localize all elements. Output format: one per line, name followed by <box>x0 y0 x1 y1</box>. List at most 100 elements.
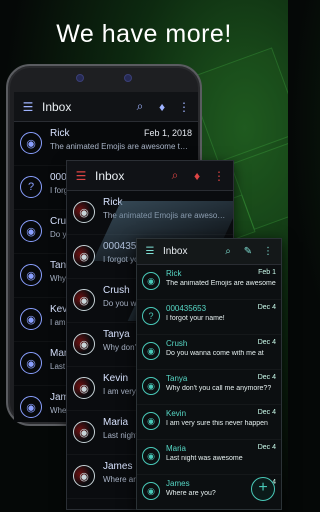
contact-avatar-icon: ◉ <box>73 333 95 355</box>
contact-avatar-icon: ◉ <box>20 352 42 374</box>
compose-fab[interactable]: + <box>251 477 275 501</box>
list-item[interactable]: ◉ Tanya Dec 4 Why don't you call me anymore… <box>137 370 281 405</box>
message-preview-text: The animated Emojis are awesome too!.. <box>50 142 192 151</box>
message-preview-text: I forgot your name! <box>166 315 225 322</box>
message-date: Feb 1 <box>258 269 276 276</box>
app-bar: ☰ Inbox ⌕ ✎ ⋮ <box>137 239 281 265</box>
more-vert-icon[interactable]: ⋮ <box>176 99 192 115</box>
message-preview: Do you wanna come with me at <box>166 350 276 357</box>
message-preview: The animated Emojis are awesome <box>166 280 276 287</box>
bg-tile <box>187 47 288 163</box>
contact-name: Kevin Dec 4 <box>166 409 276 418</box>
contact-name-text: Tanya <box>103 329 130 340</box>
contact-name-text: James <box>103 461 133 472</box>
search-icon[interactable]: ⌕ <box>132 99 148 115</box>
contact-avatar-icon: ◉ <box>20 308 42 330</box>
theme-icon[interactable]: ✎ <box>241 245 255 259</box>
message-date: Dec 4 <box>257 374 276 381</box>
contact-name: 000435653 Dec 4 <box>166 304 276 313</box>
inbox-screen-3: ☰ Inbox ⌕ ✎ ⋮ ◉ Rick Feb 1 The animated Emo… <box>136 238 282 510</box>
contact-name-text: Maria <box>166 444 187 453</box>
message-meta: Maria Dec 4 Last night was awesome <box>166 444 276 470</box>
contact-avatar-icon: ◉ <box>73 377 95 399</box>
sensor-icon <box>124 74 132 82</box>
message-date: Dec 4 <box>257 409 276 416</box>
list-item[interactable]: ◉ Kevin Dec 4 I am very sure this never hap… <box>137 405 281 440</box>
more-vert-icon[interactable]: ⋮ <box>211 168 227 184</box>
menu-icon[interactable]: ☰ <box>73 168 89 184</box>
message-meta: Crush Dec 4 Do you wanna come with me at <box>166 339 276 365</box>
camera-icon <box>76 74 84 82</box>
contact-avatar-icon: ◉ <box>73 421 95 443</box>
contact-avatar-icon: ◉ <box>142 447 160 465</box>
message-meta: Rick Feb 1 The animated Emojis are awesome <box>166 269 276 295</box>
list-item[interactable]: ◉ Maria Dec 4 Last night was awesome <box>137 440 281 475</box>
contact-avatar-icon: ◉ <box>73 465 95 487</box>
page-title: Inbox <box>42 99 72 114</box>
message-preview: I forgot your name! <box>166 315 276 322</box>
message-date: Feb 1, 2018 <box>143 128 192 138</box>
more-vert-icon[interactable]: ⋮ <box>261 245 275 259</box>
menu-icon[interactable]: ☰ <box>20 99 36 115</box>
page-title: Inbox <box>163 246 188 257</box>
contact-name: Crush Dec 4 <box>166 339 276 348</box>
message-preview: Why don't you call me anymore?? <box>166 385 276 392</box>
contact-name: Tanya Dec 4 <box>166 374 276 383</box>
message-preview: I am very sure this never happen <box>166 420 276 427</box>
message-preview-text: The animated Emojis are awesome <box>166 280 276 287</box>
message-date: Dec 4 <box>257 339 276 346</box>
contact-name: Rick Feb 1, 2018 <box>50 128 192 139</box>
contact-avatar-icon: ◉ <box>20 220 42 242</box>
list-item[interactable]: ◉ Rick Feb 1 The animated Emojis are awesom… <box>137 265 281 300</box>
contact-avatar-icon: ◉ <box>73 201 95 223</box>
search-icon[interactable]: ⌕ <box>221 245 235 259</box>
contact-avatar-icon: ◉ <box>73 245 95 267</box>
message-preview-text: I am very sure this never happen <box>166 420 268 427</box>
message-preview-text: Last night was awesome <box>166 455 243 462</box>
message-preview-text: Where are you? <box>166 490 216 497</box>
contact-name: Rick Feb 1 <box>166 269 276 278</box>
contact-avatar-icon: ◉ <box>142 342 160 360</box>
search-icon[interactable]: ⌕ <box>167 168 183 184</box>
message-date: Dec 4 <box>257 444 276 451</box>
list-item[interactable]: ? 000435653 Dec 4 I forgot your name! <box>137 300 281 335</box>
contact-name-text: Maria <box>103 417 129 428</box>
menu-icon[interactable]: ☰ <box>143 245 157 259</box>
contact-avatar-icon: ◉ <box>20 264 42 286</box>
theme-icon[interactable]: ♦ <box>189 168 205 184</box>
contact-avatar-icon: ◉ <box>142 482 160 500</box>
theme-icon[interactable]: ♦ <box>154 99 170 115</box>
contact-name-text: Crush <box>103 285 130 296</box>
contact-name-text: Crush <box>166 339 188 348</box>
message-preview-text: Why don't you call me anymore?? <box>166 385 272 392</box>
contact-name-text: Rick <box>166 269 182 278</box>
contact-name-text: James <box>166 479 190 488</box>
app-bar: ☰ Inbox ⌕ ♦ ⋮ <box>67 161 233 191</box>
unknown-contact-icon: ? <box>20 176 42 198</box>
message-preview: Last night was awesome <box>166 455 276 462</box>
message-preview: The animated Emojis are awesome too!..✓ <box>50 142 192 151</box>
list-item[interactable]: ◉ Crush Dec 4 Do you wanna come with me at <box>137 335 281 370</box>
headline: We have more! <box>56 20 232 48</box>
contact-avatar-icon: ◉ <box>20 396 42 418</box>
page-title: Inbox <box>95 168 125 183</box>
phone-notch <box>76 74 132 82</box>
contact-name-text: Rick <box>50 128 70 139</box>
contact-name-text: Kevin <box>103 373 129 384</box>
message-meta: 000435653 Dec 4 I forgot your name! <box>166 304 276 330</box>
contact-name-text: Tanya <box>166 374 188 383</box>
message-meta: Rick Feb 1, 2018 The animated Emojis are a… <box>50 128 192 159</box>
contact-name-text: 000435653 <box>166 304 207 313</box>
message-preview-text: Do you wanna come with me at <box>166 350 264 357</box>
contact-name-text: Kevin <box>166 409 187 418</box>
message-date: Dec 4 <box>257 304 276 311</box>
unknown-contact-icon: ? <box>142 307 160 325</box>
contact-name: Maria Dec 4 <box>166 444 276 453</box>
message-meta: Kevin Dec 4 I am very sure this never happ… <box>166 409 276 435</box>
message-meta: Tanya Dec 4 Why don't you call me anymore?… <box>166 374 276 400</box>
contact-avatar-icon: ◉ <box>20 132 42 154</box>
contact-avatar-icon: ◉ <box>142 272 160 290</box>
app-bar: ☰ Inbox ⌕ ♦ ⋮ <box>14 92 198 122</box>
contact-avatar-icon: ◉ <box>142 412 160 430</box>
contact-avatar-icon: ◉ <box>142 377 160 395</box>
